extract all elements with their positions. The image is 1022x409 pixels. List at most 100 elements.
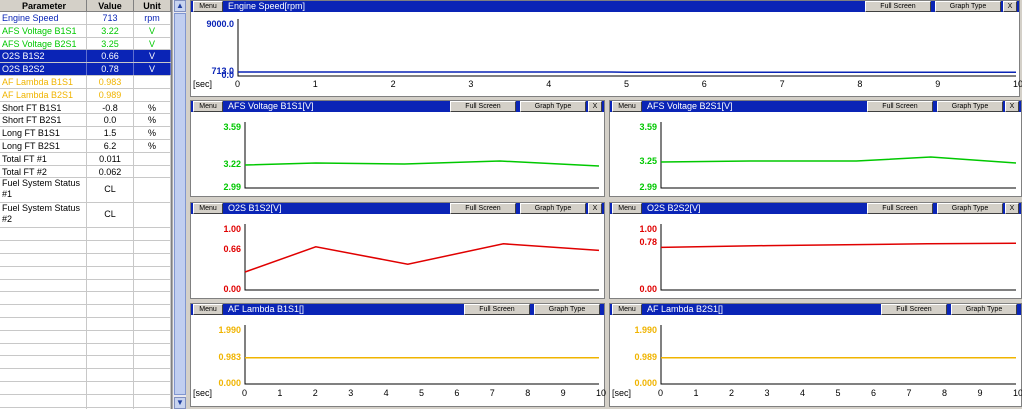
parameter-row[interactable]: Short FT B1S1 -0.8% <box>0 101 171 115</box>
y-tick-label: 3.59 <box>639 122 657 132</box>
parameter-row[interactable]: O2S B1S2 0.66 V <box>0 50 171 64</box>
empty-row <box>0 317 171 331</box>
x-tick-label: 9 <box>560 388 566 398</box>
graph-plot <box>244 325 599 385</box>
table-scrollbar[interactable]: ▲ ▼ <box>172 0 186 409</box>
empty-row <box>0 369 171 382</box>
x-tick-label: 8 <box>942 388 948 398</box>
parameter-row[interactable]: Engine Speed 713 rpm <box>0 12 171 25</box>
parameter-name: Fuel System Status #2 <box>0 203 87 228</box>
x-tick-label: 6 <box>454 388 460 398</box>
x-tick-label: 3 <box>468 79 474 89</box>
y-tick-label: 3.25 <box>639 156 657 166</box>
graph-panel-afs2: Menu AFS Voltage B2S1[V] Graph Type Full Sc… <box>609 100 1022 197</box>
parameter-row[interactable]: AF Lambda B2S1 0.989 <box>0 88 171 102</box>
empty-cell <box>87 292 134 305</box>
col-parameter[interactable]: Parameter <box>0 0 87 11</box>
graph-plot <box>660 224 1017 291</box>
empty-cell <box>87 343 134 356</box>
y-tick-label: 0.00 <box>223 284 241 294</box>
empty-cell <box>0 266 87 279</box>
empty-cell <box>0 381 87 394</box>
empty-cell <box>0 369 87 381</box>
empty-row <box>0 356 171 370</box>
y-tick-label: 0.66 <box>223 244 241 255</box>
parameter-value: 3.22 <box>87 24 134 37</box>
empty-row <box>0 279 171 293</box>
parameter-row[interactable]: Long FT B2S1 6.2% <box>0 139 171 153</box>
empty-cell <box>87 317 134 330</box>
parameter-row[interactable]: Total FT #2 0.062 <box>0 165 171 179</box>
axis-line <box>237 19 1016 77</box>
scroll-down-icon[interactable]: ▼ <box>174 397 186 409</box>
parameter-value: 0.011 <box>87 152 134 165</box>
parameter-name: AF Lambda B2S1 <box>0 88 87 101</box>
parameter-name: Long FT B1S1 <box>0 127 87 139</box>
empty-cell <box>87 241 134 253</box>
x-tick-label: 4 <box>546 79 552 89</box>
scroll-thumb[interactable] <box>174 13 186 395</box>
y-tick-label: 0.000 <box>634 378 657 388</box>
graph-plot <box>660 325 1016 385</box>
parameter-value: 0.0 <box>87 114 134 127</box>
empty-cell <box>87 305 134 317</box>
parameter-row[interactable]: Fuel System Status #2 CL <box>0 203 171 229</box>
graph-panel-engine: Menu Engine Speed[rpm] Graph Type Full Scre… <box>190 0 1022 97</box>
y-tick-label: 0.000 <box>218 378 241 388</box>
y-tick-label: 0.983 <box>218 351 241 362</box>
col-unit[interactable]: Unit <box>134 0 171 11</box>
x-tick-label: 2 <box>729 388 735 398</box>
empty-row <box>0 228 171 242</box>
parameter-row[interactable]: Total FT #1 0.011 <box>0 152 171 166</box>
empty-cell <box>87 330 134 343</box>
x-tick-label: 1 <box>277 388 283 398</box>
col-value[interactable]: Value <box>87 0 134 11</box>
empty-cell <box>0 343 87 356</box>
parameter-row[interactable]: Short FT B2S1 0.0% <box>0 114 171 128</box>
parameter-unit: % <box>134 127 171 139</box>
empty-cell <box>87 394 134 407</box>
x-unit-label: [sec] <box>193 79 213 89</box>
parameter-unit: % <box>134 114 171 127</box>
y-tick-label: 0.78 <box>639 237 657 248</box>
parameter-unit: % <box>134 101 171 114</box>
parameter-unit <box>134 88 171 101</box>
parameter-row[interactable]: O2S B2S2 0.78 V <box>0 63 171 76</box>
empty-cell <box>0 305 87 317</box>
parameter-table: Parameter Value Unit Engine Speed 713 rpm A… <box>0 0 172 409</box>
parameter-unit <box>134 178 171 203</box>
axis-line <box>244 325 599 385</box>
parameter-row[interactable]: AFS Voltage B1S1 3.22 V <box>0 24 171 38</box>
parameter-unit: V <box>134 37 171 50</box>
x-tick-label: 2 <box>390 79 396 89</box>
empty-cell <box>87 369 134 381</box>
parameter-value: 0.062 <box>87 165 134 178</box>
empty-cell <box>0 279 87 292</box>
x-unit-label: [sec] <box>193 388 213 398</box>
empty-cell <box>0 253 87 266</box>
empty-cell <box>0 292 87 305</box>
x-tick-label: 2 <box>312 388 318 398</box>
empty-cell <box>134 356 171 369</box>
parameter-row[interactable]: Long FT B1S1 1.5% <box>0 127 171 140</box>
axis-line <box>244 122 599 189</box>
empty-cell <box>134 381 171 394</box>
series-line <box>660 242 1017 249</box>
x-tick-label: 8 <box>525 388 531 398</box>
parameter-name: AFS Voltage B2S1 <box>0 37 87 50</box>
scroll-up-icon[interactable]: ▲ <box>174 0 186 12</box>
y-tick-label: 2.99 <box>223 182 241 192</box>
empty-row <box>0 241 171 254</box>
axis-line <box>244 224 599 291</box>
x-tick-label: 4 <box>800 388 806 398</box>
x-tick-label: 6 <box>701 79 707 89</box>
parameter-row[interactable]: AF Lambda B1S1 0.983 <box>0 75 171 89</box>
parameter-value: 713 <box>87 12 134 24</box>
empty-cell <box>87 356 134 369</box>
parameter-name: AFS Voltage B1S1 <box>0 24 87 37</box>
empty-cell <box>0 241 87 253</box>
parameter-row[interactable]: Fuel System Status #1 CL <box>0 178 171 204</box>
empty-cell <box>0 394 87 407</box>
parameter-value: CL <box>87 203 134 228</box>
parameter-row[interactable]: AFS Voltage B2S1 3.25 V <box>0 37 171 51</box>
